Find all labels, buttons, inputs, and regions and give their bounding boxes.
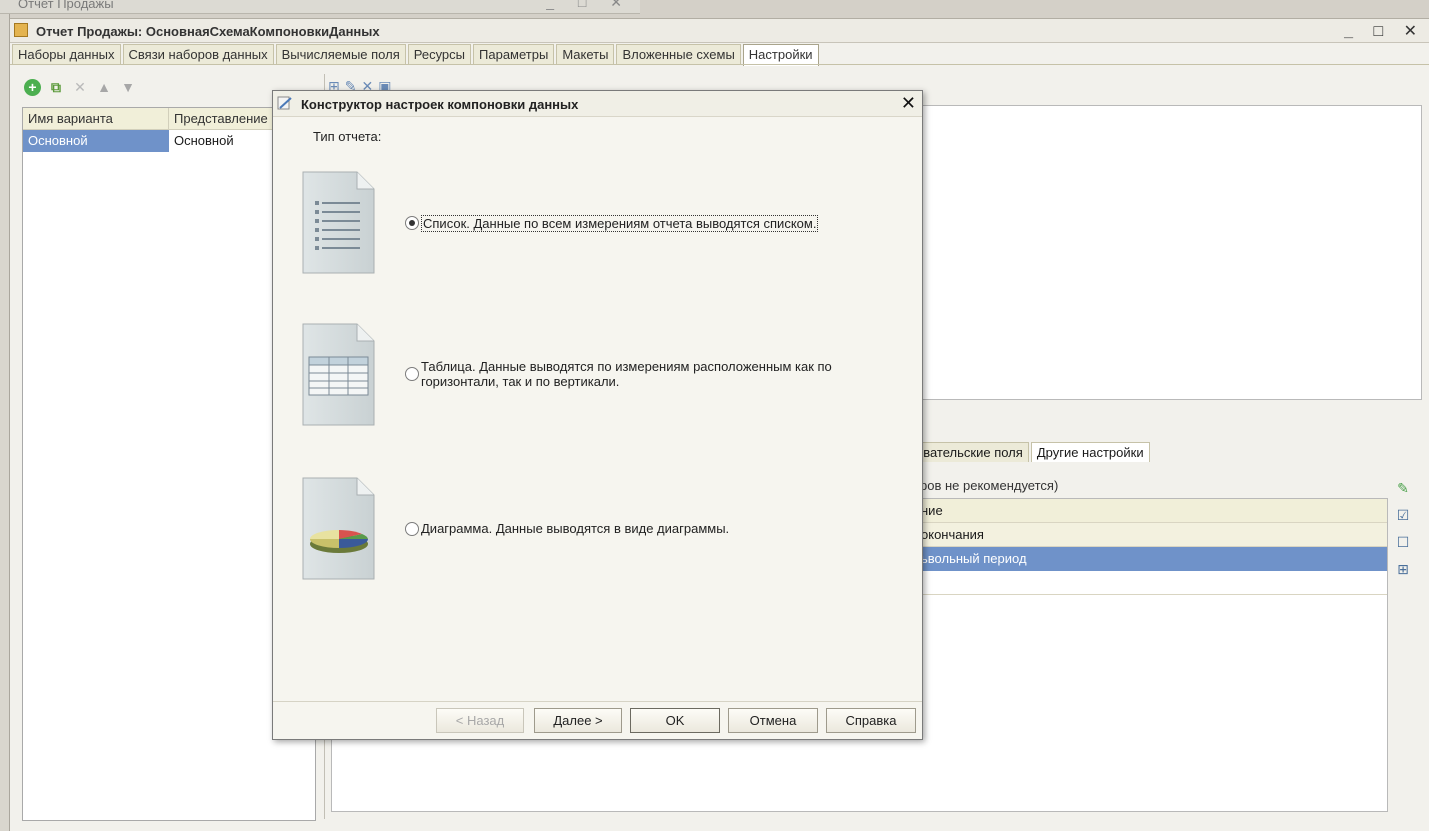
tab-nested-schemas[interactable]: Вложенные схемы [616, 44, 741, 64]
option-chart-label[interactable]: Диаграмма. Данные выводятся в виде диагр… [421, 521, 729, 536]
ok-button[interactable]: OK [630, 708, 720, 733]
check-all-icon[interactable]: ☑ [1394, 506, 1412, 524]
copy-icon[interactable]: ⧉ [47, 78, 65, 96]
option-table-label-line1: Таблица. Данные выводятся по измерениям … [421, 359, 832, 374]
next-button[interactable]: Далее > [534, 708, 622, 733]
tab-settings[interactable]: Настройки [742, 44, 819, 66]
background-window-titlebar: Отчет Продажы _ □ ✕ [0, 0, 640, 14]
main-window-title: Отчет Продажы: ОсновнаяСхемаКомпоновкиДа… [36, 24, 380, 39]
window-controls[interactable]: _ □ ✕ [1344, 21, 1425, 41]
background-window-edge [0, 14, 10, 831]
dialog-title: Конструктор настроек компоновки данных [301, 97, 579, 112]
tab-resources[interactable]: Ресурсы [407, 44, 472, 64]
parameters-side-toolbar: ✎ ☑ ☐ ⊞ [1394, 479, 1412, 578]
background-window-title: Отчет Продажы [18, 0, 114, 11]
settings-wizard-dialog: Конструктор настроек компоновки данных ✕… [272, 90, 923, 740]
add-icon[interactable]: + [24, 78, 41, 96]
tab-calculated-fields[interactable]: Вычисляемые поля [275, 44, 406, 64]
option-list[interactable]: Список. Данные по всем измерениям отчета… [405, 215, 819, 232]
tab-templates[interactable]: Макеты [556, 44, 615, 64]
add-parameter-icon[interactable]: ⊞ [1394, 560, 1412, 578]
option-chart[interactable]: Диаграмма. Данные выводятся в виде диагр… [405, 521, 729, 536]
option-table-label[interactable]: Таблица. Данные выводятся по измерениям … [421, 359, 832, 389]
radio-table[interactable] [405, 367, 419, 381]
report-icon [14, 23, 28, 37]
cancel-button[interactable]: Отмена [728, 708, 818, 733]
schema-tabs: Наборы данных Связи наборов данных Вычис… [12, 44, 821, 66]
tab-divider [10, 64, 1429, 65]
dialog-titlebar: Конструктор настроек компоновки данных ✕ [273, 91, 922, 117]
column-variant-name[interactable]: Имя варианта [23, 108, 169, 129]
option-list-label[interactable]: Список. Данные по всем измерениям отчета… [421, 215, 819, 232]
settings-info-text: ров не рекомендуется) [920, 478, 1059, 493]
report-type-label: Тип отчета: [313, 129, 382, 144]
back-button[interactable]: < Назад [436, 708, 524, 733]
variants-toolbar: + ⧉ ✕ ▲ ▼ [24, 77, 137, 97]
tab-dataset-links[interactable]: Связи наборов данных [122, 44, 274, 64]
help-button[interactable]: Справка [826, 708, 916, 733]
tab-user-fields[interactable]: ователь­ские поля [910, 442, 1029, 462]
tab-datasets[interactable]: Наборы данных [12, 44, 121, 64]
chart-doc-icon [302, 477, 375, 580]
list-doc-icon [302, 171, 375, 274]
pencil-icon[interactable]: ✎ [1394, 479, 1412, 497]
background-window-controls[interactable]: _ □ ✕ [546, 0, 632, 11]
settings-subtabs: ователь­ские поля Другие настройки [910, 442, 1152, 462]
uncheck-all-icon[interactable]: ☐ [1394, 533, 1412, 551]
close-icon[interactable]: ✕ [901, 93, 916, 114]
tab-other-settings[interactable]: Другие настройки [1030, 442, 1150, 462]
main-window-titlebar: Отчет Продажы: ОсновнаяСхемаКомпоновкиДа… [10, 19, 1429, 43]
radio-list[interactable] [405, 216, 419, 230]
wizard-icon [277, 96, 292, 110]
option-table[interactable]: Таблица. Данные выводятся по измерениям … [405, 359, 832, 389]
radio-chart[interactable] [405, 522, 419, 536]
dialog-footer-divider [273, 701, 922, 702]
variant-name-cell[interactable]: Основной [23, 130, 169, 152]
delete-icon[interactable]: ✕ [71, 78, 89, 96]
option-table-label-line2: горизонтали, так и по вертикали. [421, 374, 620, 389]
move-down-icon[interactable]: ▼ [119, 78, 137, 96]
table-doc-icon [302, 323, 375, 426]
move-up-icon[interactable]: ▲ [95, 78, 113, 96]
tab-parameters[interactable]: Параметры [473, 44, 555, 64]
